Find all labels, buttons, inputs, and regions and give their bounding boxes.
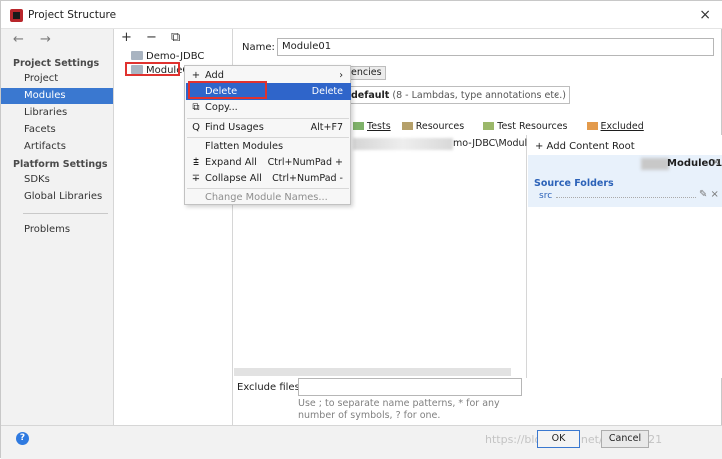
project-settings-heading: Project Settings — [13, 58, 100, 69]
resources-folder-icon — [401, 122, 413, 130]
intellij-app-icon — [10, 9, 23, 22]
menu-item-change-module-names: Change Module Names... — [205, 192, 328, 203]
mark-resources-button[interactable]: Resources — [401, 121, 473, 132]
tree-item-label: Demo-JDBC — [146, 51, 205, 62]
sidebar-item-libraries[interactable]: Libraries — [1, 105, 113, 121]
source-folder-src[interactable]: src — [539, 191, 552, 201]
language-level-value: default (8 - Lambdas, type annotations e… — [351, 90, 566, 101]
project-structure-window: Project Structure × ← → Project Settings… — [0, 0, 722, 459]
add-content-root-button[interactable]: + Add Content Root — [535, 141, 635, 152]
mark-tests-button[interactable]: Tests — [353, 121, 391, 132]
submenu-arrow-icon: › — [339, 70, 343, 81]
blurred-path — [353, 138, 453, 150]
src-dotted-leader — [556, 197, 696, 198]
close-icon[interactable]: × — [699, 7, 711, 23]
tests-folder-icon — [353, 122, 364, 130]
excluded-folder-icon — [586, 122, 598, 130]
platform-settings-heading: Platform Settings — [13, 159, 108, 170]
collapse-all-icon: ∓ — [191, 173, 201, 184]
name-label: Name: — [242, 42, 275, 53]
mark-test-resources-button[interactable]: Test Resources — [483, 121, 575, 132]
sidebar-item-modules[interactable]: Modules — [1, 88, 113, 104]
menu-item-expand-all[interactable]: ⩲ Expand All Ctrl+NumPad + — [186, 154, 351, 171]
title-bar: Project Structure × — [1, 1, 722, 29]
settings-sidebar: ← → Project Settings Project Modules Lib… — [1, 29, 114, 425]
tab-dependencies[interactable]: encies — [347, 66, 386, 80]
copy-icon: ⧉ — [192, 102, 200, 113]
sidebar-item-sdks[interactable]: SDKs — [1, 172, 113, 188]
expand-all-icon: ⩲ — [193, 157, 199, 168]
mark-excluded-button[interactable]: Excluded — [586, 121, 644, 132]
menu-item-find-usages[interactable]: Q Find Usages Alt+F7 — [186, 119, 351, 136]
mark-as-toolbar: Tests Resources Test Resources Excluded — [353, 121, 652, 132]
tree-toolbar-icons[interactable]: + − ⧉ — [121, 30, 185, 45]
module-name-input[interactable]: Module01 — [277, 38, 714, 56]
menu-item-flatten-modules[interactable]: Flatten Modules — [186, 138, 351, 155]
cancel-button[interactable]: Cancel — [601, 430, 649, 448]
ok-button[interactable]: OK — [537, 430, 580, 448]
sidebar-item-artifacts[interactable]: Artifacts — [1, 139, 113, 155]
menu-item-copy[interactable]: ⧉ Copy... — [186, 99, 351, 116]
sidebar-item-facets[interactable]: Facets — [1, 122, 113, 138]
source-folders-heading: Source Folders — [534, 178, 614, 189]
edit-remove-source-icons[interactable]: ✎ × — [699, 189, 719, 200]
blurred-root-prefix — [641, 158, 669, 170]
window-title: Project Structure — [28, 9, 117, 21]
horizontal-scrollbar[interactable] — [234, 368, 511, 376]
help-icon[interactable]: ? — [16, 432, 29, 445]
content-root-path[interactable]: mo-JDBC\Modul — [453, 138, 527, 149]
menu-item-collapse-all[interactable]: ∓ Collapse All Ctrl+NumPad - — [186, 170, 351, 187]
chevron-down-icon[interactable]: ⌄ — [553, 89, 561, 99]
folder-icon — [131, 51, 143, 60]
language-level-default: default — [351, 90, 390, 101]
sidebar-item-problems[interactable]: Problems — [1, 222, 113, 238]
sidebar-item-global-libraries[interactable]: Global Libraries — [1, 189, 113, 205]
remove-root-icon[interactable]: × — [712, 157, 720, 168]
exclude-files-help: Use ; to separate name patterns, * for a… — [298, 398, 500, 421]
sidebar-divider — [23, 213, 108, 214]
search-icon: Q — [192, 122, 200, 133]
language-level-hint: (8 - Lambdas, type annotations etc.) — [392, 90, 566, 101]
test-resources-folder-icon — [483, 122, 495, 130]
annotation-box-module — [125, 62, 180, 76]
exclude-files-input[interactable] — [298, 378, 522, 396]
back-forward-arrows-icon[interactable]: ← → — [13, 32, 57, 47]
exclude-files-label: Exclude files: — [237, 382, 304, 393]
annotation-box-delete — [188, 81, 267, 99]
sidebar-item-project[interactable]: Project — [1, 71, 113, 87]
